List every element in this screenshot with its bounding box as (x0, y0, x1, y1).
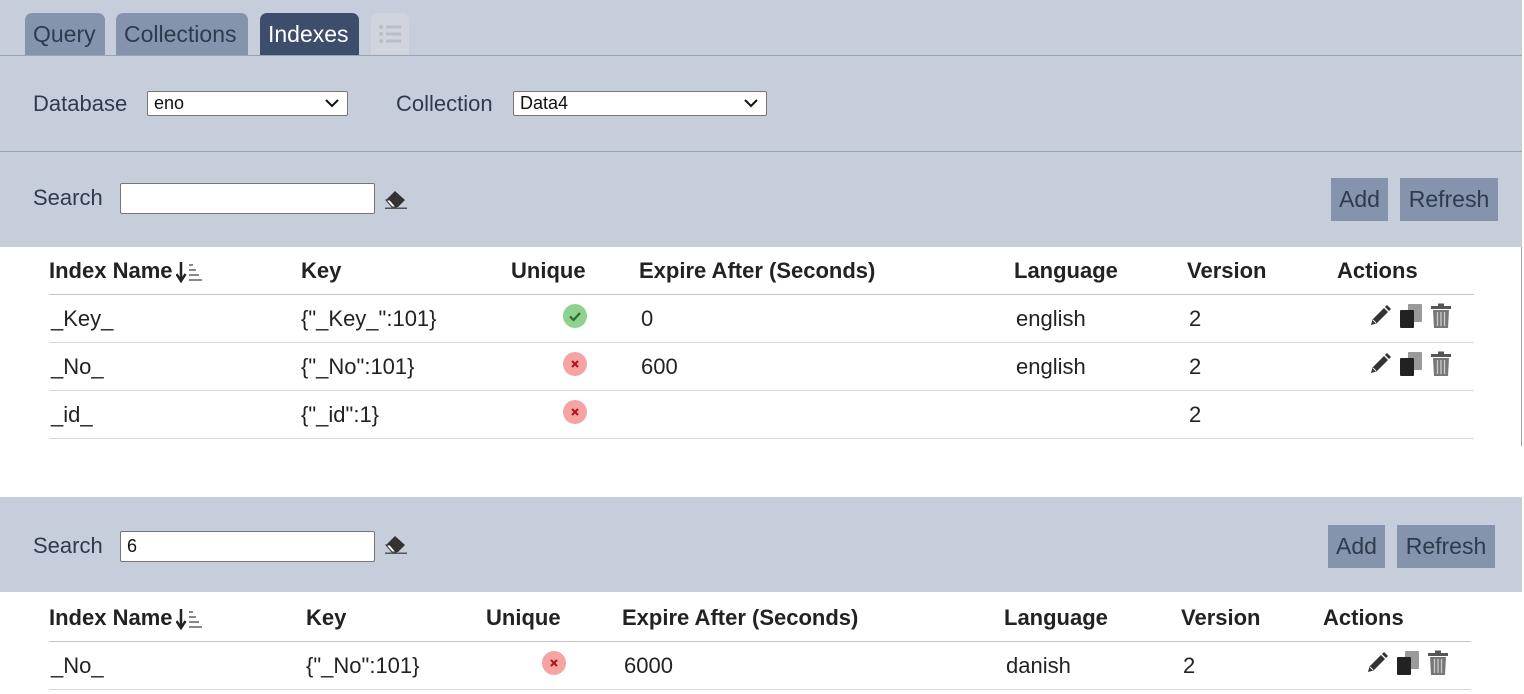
indexes-table: Index Name Key Unique Expire After (Seco… (49, 247, 1474, 439)
refresh-button[interactable]: Refresh (1397, 525, 1495, 568)
tab-query[interactable]: Query (25, 13, 105, 55)
cell-language: danish (1004, 641, 1181, 690)
cell-version: 2 (1187, 294, 1337, 343)
cell-expire: 6000 (622, 641, 1004, 690)
tab-indexes[interactable]: Indexes (260, 13, 359, 55)
cell-version: 2 (1181, 641, 1323, 690)
collection-select-value: Data4 (520, 93, 569, 113)
cell-unique (511, 294, 639, 343)
delete-icon[interactable] (1430, 303, 1452, 335)
selector-bar: Database eno Collection Data4 (0, 56, 1522, 152)
column-header-unique[interactable]: Unique (486, 594, 622, 642)
eraser-icon[interactable] (383, 533, 409, 555)
filtered-indexes-panel: Search 6 Add Refresh Index Name Key Uniq… (0, 497, 1522, 694)
table-header-row: Index Name Key Unique Expire After (Seco… (49, 247, 1474, 295)
eraser-icon[interactable] (383, 188, 409, 210)
search-input-filtered[interactable]: 6 (120, 531, 375, 562)
search-label: Search (33, 533, 103, 558)
column-header-key[interactable]: Key (306, 594, 486, 642)
sort-descending-icon[interactable] (175, 608, 202, 630)
tab-bar: Query Collections Indexes (0, 0, 1522, 56)
indexes-table-body: _Key_ {"_Key_":101} 0 english 2 _No_ {"_No":10… (49, 294, 1474, 439)
cell-expire: 0 (639, 294, 1014, 343)
cell-actions (1323, 641, 1471, 690)
chevron-down-icon (744, 99, 758, 108)
cell-actions (1337, 390, 1474, 439)
tab-list-view[interactable] (371, 13, 409, 55)
sort-descending-icon[interactable] (175, 261, 202, 283)
add-button[interactable]: Add (1331, 178, 1388, 221)
cell-unique (511, 342, 639, 391)
column-header-expire[interactable]: Expire After (Seconds) (639, 247, 1014, 295)
cell-unique (511, 390, 639, 439)
cell-language: english (1014, 342, 1187, 391)
unique-false-icon (542, 650, 566, 681)
edit-icon[interactable] (1368, 352, 1392, 382)
cell-expire: 600 (639, 342, 1014, 391)
table-row[interactable]: _No_ {"_No":101} 6000 danish 2 (49, 641, 1471, 690)
cell-actions (1337, 294, 1474, 343)
database-select[interactable]: eno (147, 91, 348, 116)
table-row[interactable]: _Key_ {"_Key_":101} 0 english 2 (49, 294, 1474, 343)
table-row[interactable]: _id_ {"_id":1} 2 (49, 390, 1474, 439)
cell-expire (639, 390, 1014, 439)
cell-version: 2 (1187, 390, 1337, 439)
cell-index-name: _No_ (49, 342, 301, 391)
column-header-actions: Actions (1323, 594, 1471, 642)
column-header-language[interactable]: Language (1004, 594, 1181, 642)
column-header-version[interactable]: Version (1181, 594, 1323, 642)
cell-language: english (1014, 294, 1187, 343)
tab-collections[interactable]: Collections (116, 13, 248, 55)
cell-version: 2 (1187, 342, 1337, 391)
column-header-language[interactable]: Language (1014, 247, 1187, 295)
column-header-expire[interactable]: Expire After (Seconds) (622, 594, 1004, 642)
filtered-indexes-table: Index Name Key Unique Expire After (Seco… (49, 594, 1471, 690)
indexes-table-body: _No_ {"_No":101} 6000 danish 2 (49, 641, 1471, 690)
chevron-down-icon (325, 99, 339, 108)
add-button[interactable]: Add (1328, 525, 1385, 568)
collection-label: Collection (396, 91, 493, 116)
cell-index-name: _No_ (49, 641, 306, 690)
database-label: Database (33, 91, 128, 116)
copy-icon[interactable] (1395, 650, 1421, 682)
indexes-panel: Query Collections Indexes Database eno C… (0, 0, 1522, 446)
cell-unique (486, 641, 622, 690)
column-header-key[interactable]: Key (301, 247, 511, 295)
unique-false-icon (563, 399, 587, 430)
column-header-index-name[interactable]: Index Name (49, 594, 306, 642)
table-header-row: Index Name Key Unique Expire After (Seco… (49, 594, 1471, 642)
cell-actions (1337, 342, 1474, 391)
search-input[interactable] (120, 183, 375, 214)
search-label: Search (33, 185, 103, 210)
cell-index-name: _id_ (49, 390, 301, 439)
column-header-version[interactable]: Version (1187, 247, 1337, 295)
cell-key: {"_No":101} (301, 342, 511, 391)
cell-key: {"_Key_":101} (301, 294, 511, 343)
database-select-value: eno (154, 93, 185, 113)
cell-key: {"_No":101} (306, 641, 486, 690)
column-header-unique[interactable]: Unique (511, 247, 639, 295)
edit-icon[interactable] (1365, 651, 1389, 681)
collection-select[interactable]: Data4 (513, 91, 767, 116)
cell-language (1014, 390, 1187, 439)
list-icon (379, 25, 401, 43)
search-bar-filtered: Search 6 Add Refresh (0, 497, 1522, 592)
copy-icon[interactable] (1398, 303, 1424, 335)
column-header-index-name[interactable]: Index Name (49, 247, 301, 295)
unique-false-icon (563, 351, 587, 382)
unique-true-icon (563, 303, 587, 334)
delete-icon[interactable] (1430, 351, 1452, 383)
table-row[interactable]: _No_ {"_No":101} 600 english 2 (49, 342, 1474, 391)
cell-key: {"_id":1} (301, 390, 511, 439)
copy-icon[interactable] (1398, 351, 1424, 383)
cell-index-name: _Key_ (49, 294, 301, 343)
column-header-actions: Actions (1337, 247, 1474, 295)
search-bar: Search Add Refresh (0, 152, 1522, 247)
edit-icon[interactable] (1368, 304, 1392, 334)
refresh-button[interactable]: Refresh (1400, 178, 1498, 221)
delete-icon[interactable] (1427, 650, 1449, 682)
